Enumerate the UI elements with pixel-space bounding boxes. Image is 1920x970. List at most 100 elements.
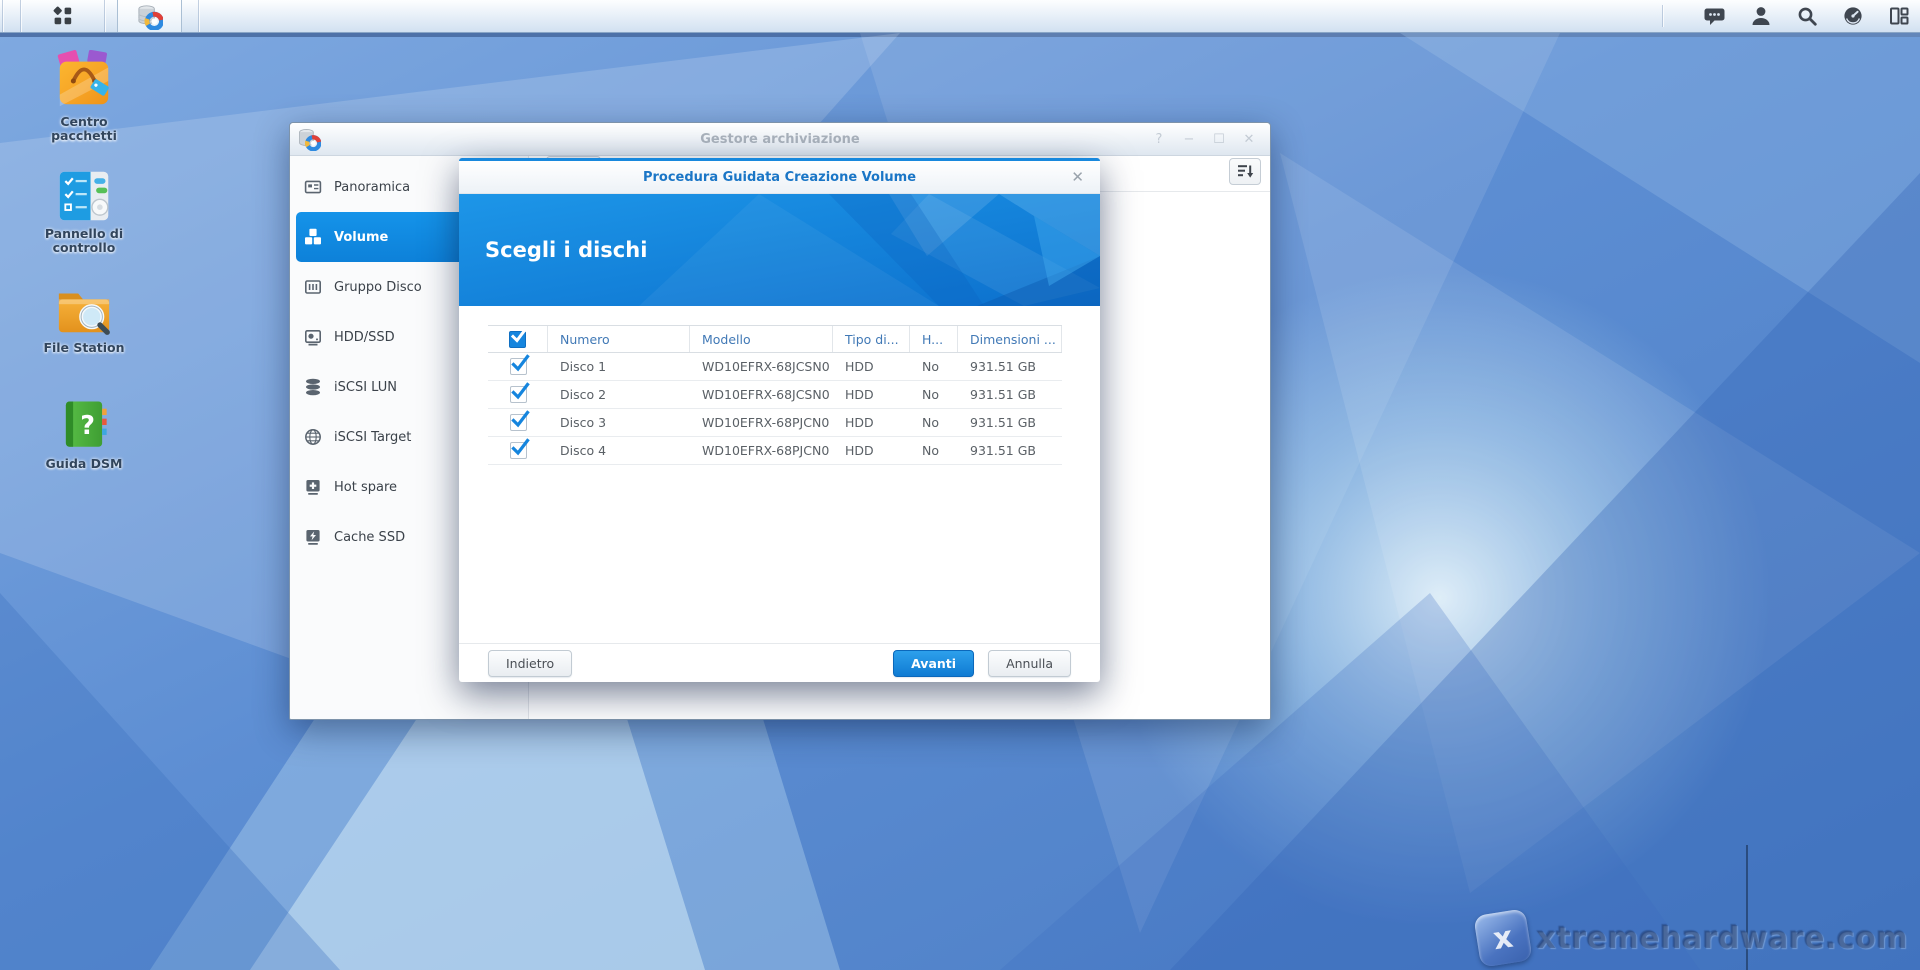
- disk-row-4[interactable]: Disco 4 WD10EFRX-68PJCN0 HDD No 931.51 G…: [488, 437, 1062, 465]
- taskbar-separator: [2, 0, 3, 32]
- column-header[interactable]: H...: [910, 326, 958, 352]
- dialog-footer: Indietro Avanti Annulla: [459, 643, 1100, 682]
- window-controls: ? − ☐ ✕: [1152, 123, 1256, 156]
- dialog-banner: Scegli i dischi: [459, 194, 1100, 306]
- sidebar-item-label: iSCSI Target: [334, 430, 411, 445]
- disk-size: 931.51 GB: [958, 437, 1062, 464]
- watermark: x xtremehardware.com: [1477, 912, 1908, 964]
- help-button[interactable]: ?: [1152, 132, 1166, 147]
- sidebar-item-label: Cache SSD: [334, 530, 405, 545]
- system-health-icon[interactable]: [1842, 5, 1864, 27]
- disk-number: Disco 1: [548, 353, 690, 380]
- disk-checkbox[interactable]: [510, 386, 527, 403]
- disk-hotspare: No: [910, 409, 958, 436]
- disk-table-header: Numero Modello Tipo di... H... Dimension…: [488, 325, 1062, 353]
- disk-checkbox[interactable]: [510, 414, 527, 431]
- disk-type: HDD: [833, 409, 910, 436]
- sidebar-item-label: Panoramica: [334, 180, 410, 195]
- taskbar-separator: [1662, 5, 1663, 27]
- storage-manager-taskbar-button[interactable]: [117, 0, 182, 32]
- storage-manager-icon: [136, 3, 163, 30]
- overview-icon: [304, 178, 322, 196]
- disk-number: Disco 3: [548, 409, 690, 436]
- main-menu-icon: [52, 5, 74, 27]
- disk-size: 931.51 GB: [958, 409, 1062, 436]
- main-menu-button[interactable]: [21, 0, 104, 32]
- cache-ssd-icon: [304, 528, 322, 546]
- desktop-icon-label: File Station: [32, 341, 136, 355]
- taskbar-tray: [1678, 0, 1910, 32]
- disk-type: HDD: [833, 353, 910, 380]
- dialog-title: Procedura Guidata Creazione Volume: [459, 161, 1100, 194]
- disk-row-3[interactable]: Disco 3 WD10EFRX-68PJCN0 HDD No 931.51 G…: [488, 409, 1062, 437]
- disk-type: HDD: [833, 437, 910, 464]
- file-station-icon: [32, 280, 136, 338]
- desktop-icon-dsm-help[interactable]: ? Guida DSM: [32, 396, 136, 471]
- column-header[interactable]: Tipo di...: [833, 326, 910, 352]
- next-button[interactable]: Avanti: [893, 650, 974, 677]
- dialog-body: Numero Modello Tipo di... H... Dimension…: [459, 306, 1100, 643]
- dialog-titlebar[interactable]: Procedura Guidata Creazione Volume ✕: [459, 161, 1100, 194]
- control-panel-icon: [32, 168, 136, 224]
- disk-model: WD10EFRX-68JCSN0: [690, 353, 833, 380]
- dialog-close-button[interactable]: ✕: [1071, 161, 1084, 194]
- disk-number: Disco 2: [548, 381, 690, 408]
- watermark-text: xtremehardware.com: [1537, 921, 1908, 956]
- desktop-icon-label: Pannello di controllo: [32, 227, 136, 256]
- search-icon[interactable]: [1796, 5, 1818, 27]
- minimize-button[interactable]: −: [1182, 132, 1196, 147]
- wizard-step-heading: Scegli i dischi: [485, 238, 647, 262]
- sort-button[interactable]: [1229, 158, 1261, 185]
- desktop-icon-label: Centro pacchetti: [32, 115, 136, 144]
- volume-cubes-icon: [304, 228, 322, 246]
- hdd-icon: [304, 328, 322, 346]
- column-header[interactable]: Dimensioni ...: [958, 326, 1062, 352]
- disk-hotspare: No: [910, 353, 958, 380]
- cancel-button[interactable]: Annulla: [988, 650, 1071, 677]
- xtremehardware-logo-icon: x: [1473, 908, 1532, 967]
- close-button[interactable]: ✕: [1242, 132, 1256, 147]
- sidebar-item-label: Gruppo Disco: [334, 280, 422, 295]
- select-all-checkbox[interactable]: [509, 331, 526, 348]
- disk-model: WD10EFRX-68PJCN0: [690, 409, 833, 436]
- volume-creation-wizard-dialog: Procedura Guidata Creazione Volume ✕ Sce…: [459, 158, 1100, 682]
- lun-stack-icon: [304, 378, 322, 396]
- disk-row-2[interactable]: Disco 2 WD10EFRX-68JCSN0 HDD No 931.51 G…: [488, 381, 1062, 409]
- disk-hotspare: No: [910, 437, 958, 464]
- taskbar-separator: [104, 0, 105, 32]
- maximize-button[interactable]: ☐: [1212, 132, 1226, 147]
- disk-checkbox[interactable]: [510, 358, 527, 375]
- package-center-icon: [32, 50, 136, 112]
- pilot-view-icon[interactable]: [1888, 5, 1910, 27]
- disk-table: Numero Modello Tipo di... H... Dimension…: [488, 325, 1062, 465]
- window-title: Gestore archiviazione: [290, 123, 1270, 156]
- user-options-icon[interactable]: [1750, 5, 1772, 27]
- column-header[interactable]: Modello: [690, 326, 833, 352]
- dsm-help-icon: ?: [32, 396, 136, 454]
- disk-group-icon: [304, 278, 322, 296]
- sidebar-item-label: Volume: [334, 230, 388, 245]
- desktop-icon-package-center[interactable]: Centro pacchetti: [32, 50, 136, 144]
- disk-model: WD10EFRX-68PJCN0: [690, 437, 833, 464]
- desktop-icon-label: Guida DSM: [32, 457, 136, 471]
- back-button[interactable]: Indietro: [488, 650, 572, 677]
- notifications-icon[interactable]: [1703, 5, 1726, 28]
- disk-size: 931.51 GB: [958, 353, 1062, 380]
- desktop-icon-file-station[interactable]: File Station: [32, 280, 136, 355]
- disk-row-1[interactable]: Disco 1 WD10EFRX-68JCSN0 HDD No 931.51 G…: [488, 353, 1062, 381]
- taskbar-separator: [198, 0, 199, 32]
- disk-model: WD10EFRX-68JCSN0: [690, 381, 833, 408]
- disk-checkbox[interactable]: [510, 442, 527, 459]
- disk-number: Disco 4: [548, 437, 690, 464]
- disk-type: HDD: [833, 381, 910, 408]
- sort-icon: [1237, 164, 1254, 179]
- disk-hotspare: No: [910, 381, 958, 408]
- sidebar-item-label: HDD/SSD: [334, 330, 395, 345]
- column-header[interactable]: Numero: [548, 326, 690, 352]
- taskbar: [0, 0, 1920, 33]
- svg-text:?: ?: [80, 410, 95, 440]
- disk-size: 931.51 GB: [958, 381, 1062, 408]
- window-titlebar[interactable]: Gestore archiviazione ? − ☐ ✕: [290, 123, 1270, 156]
- globe-icon: [304, 428, 322, 446]
- desktop-icon-control-panel[interactable]: Pannello di controllo: [32, 168, 136, 256]
